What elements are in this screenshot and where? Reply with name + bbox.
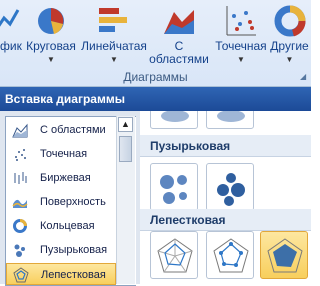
radar-chart-icon [157,238,193,273]
area-chart-icon [164,10,194,34]
bubble-subtype-thumbnail[interactable] [150,163,198,211]
ribbon-button-label: фик [0,39,22,53]
ribbon-button-pie[interactable]: Круговая ▼ [22,2,80,64]
filled-radar-chart-icon [267,238,303,273]
ribbon-charts-group: фик Круговая ▼ Линейчатая ▼ С областями [0,0,311,87]
dropdown-arrow-icon: ▼ [47,55,55,64]
filled-radar-subtype-thumbnail[interactable] [260,231,308,279]
stock-chart-icon [14,172,27,184]
ribbon-button-area[interactable]: С областями [148,2,210,66]
chart-type-item-radar[interactable]: Лепестковая [6,263,116,285]
section-header-bubble: Пузырьковая [140,135,311,157]
doughnut-chart-icon [13,219,27,233]
bubble-chart-icon [160,175,187,204]
line-chart-icon [0,9,20,27]
radar-subtype-thumbnail[interactable] [150,231,198,279]
chart-type-item-stock[interactable]: Биржевая [6,167,116,189]
radar-markers-subtype-thumbnail[interactable] [206,231,254,279]
chart-type-label: Кольцевая [40,220,95,232]
bubble-3d-subtype-thumbnail[interactable] [206,163,254,211]
bubble-3d-chart-icon [217,173,245,206]
chart-thumbnail-icon [161,111,189,122]
partial-subtype-thumbnail[interactable] [206,111,254,129]
ribbon-button-label: Точечная [215,39,267,53]
scroll-up-button[interactable]: ▲ [118,117,133,132]
ribbon-button-scatter[interactable]: Точечная ▼ [212,2,270,64]
ribbon-button-label: Другие [270,39,309,53]
ribbon-button-other[interactable]: Другие ▼ [268,2,311,64]
chart-type-label: С областями [40,124,106,136]
chart-type-item-surface[interactable]: Поверхность [6,191,116,213]
chart-type-label: Точечная [40,148,88,160]
surface-chart-icon [12,199,28,208]
chart-type-item-scatter[interactable]: Точечная [6,143,116,165]
doughnut-chart-icon [274,5,306,37]
pie-chart-icon [38,8,64,34]
ribbon-button-label: Линейчатая [81,39,147,53]
chart-list-scrollbar[interactable]: ▲ [116,116,135,284]
chart-thumbnail-icon [217,111,245,122]
area-chart-icon [12,123,28,138]
chart-type-label: Биржевая [40,172,91,184]
chart-type-label: Пузырьковая [40,244,108,256]
bubble-chart-icon [14,244,25,257]
scroll-thumb[interactable] [119,136,132,162]
chart-type-label: Поверхность [40,196,106,208]
dropdown-arrow-icon: ▼ [285,55,294,64]
ribbon-button-graph[interactable]: фик [0,2,22,64]
dropdown-arrow-icon: ▼ [110,55,118,64]
scatter-chart-icon [15,149,26,161]
chart-type-item-area[interactable]: С областями [6,119,116,141]
dialog-title: Вставка диаграммы [0,87,311,111]
section-header-radar: Лепестковая [140,209,311,231]
chart-type-label: Лепестковая [41,269,106,281]
chart-subtype-gallery: Пузырьковая Лепестковая [140,111,311,284]
radar-chart-icon [13,267,29,283]
dropdown-arrow-icon: ▼ [237,55,245,64]
dialog-launcher-icon[interactable]: ◢ [300,72,308,81]
ribbon-group-label: Диаграммы [123,70,188,84]
chart-type-item-doughnut[interactable]: Кольцевая [6,215,116,237]
partial-subtype-thumbnail[interactable] [150,111,198,129]
ribbon-button-label: Круговая [26,39,76,53]
ribbon-button-bar[interactable]: Линейчатая ▼ [80,2,148,64]
scatter-chart-icon [226,6,256,36]
ribbon-button-label-line2: областями [149,52,209,66]
chart-type-item-bubble[interactable]: Пузырьковая [6,239,116,261]
radar-markers-chart-icon [213,238,249,273]
bar-chart-icon [99,8,127,32]
